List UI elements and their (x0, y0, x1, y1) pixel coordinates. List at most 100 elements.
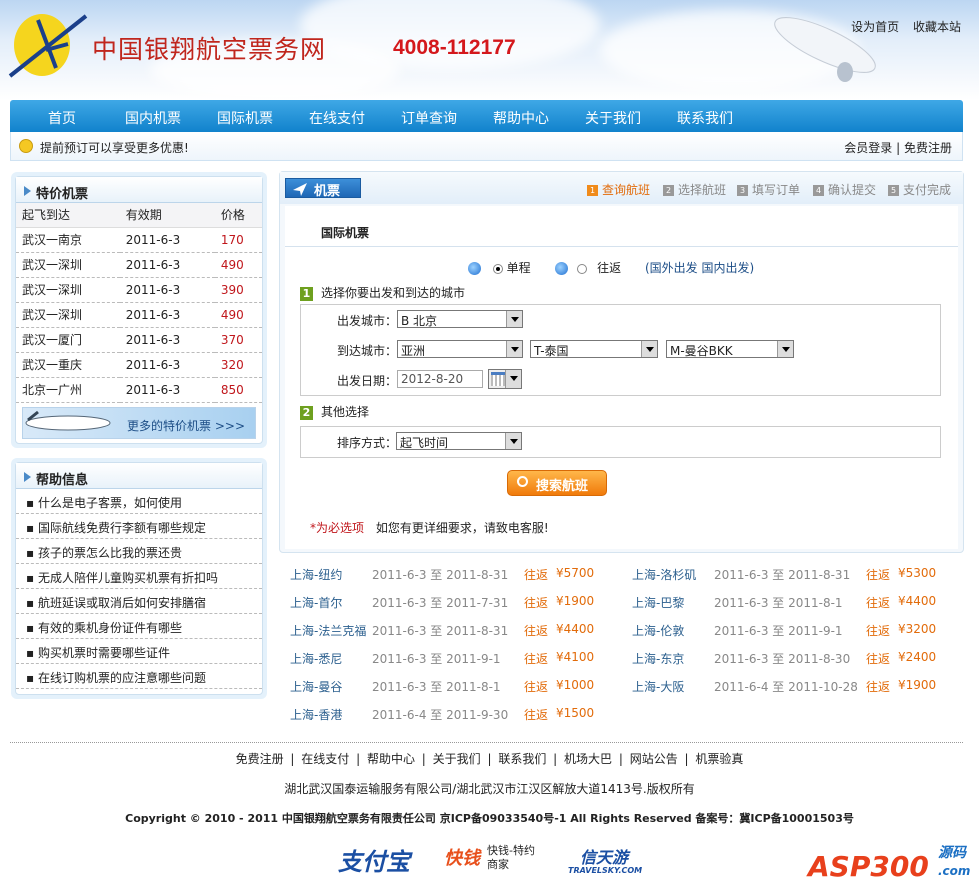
asp300-logo[interactable]: ASP300 (808, 850, 929, 883)
special-fare-row[interactable]: 上海-纽约 2011-6-3 至 2011-8-31 往返 ¥5700 (290, 566, 630, 582)
site-name[interactable]: 中国银翔航空票务网 (92, 30, 326, 66)
special-fare-row[interactable]: 上海-巴黎 2011-6-3 至 2011-8-1 往返 ¥4400 (632, 594, 972, 610)
fare-route[interactable]: 上海-伦敦 (632, 622, 684, 639)
tab-ticket[interactable]: 机票 (285, 178, 361, 199)
special-fare-row[interactable]: 上海-大阪 2011-6-4 至 2011-10-28 往返 ¥1900 (632, 678, 972, 694)
set-homepage-link[interactable]: 设为首页 (851, 20, 899, 34)
oneway-radio[interactable] (492, 263, 503, 274)
deal-price: 170 (214, 227, 262, 253)
fare-dates: 2011-6-3 至 2011-9-1 (372, 652, 501, 666)
nav-contact[interactable]: 联系我们 (677, 108, 733, 128)
deal-route[interactable]: 武汉一深圳 (16, 302, 120, 328)
deal-row[interactable]: 武汉一厦门 2011-6-3 370 (16, 327, 262, 353)
fare-route[interactable]: 上海-首尔 (290, 594, 342, 611)
help-item[interactable]: ▪ 国际航线免费行李额有哪些规定 (16, 514, 262, 539)
bookmark-link[interactable]: 收藏本站 (913, 20, 961, 34)
nav-international[interactable]: 国际机票 (217, 108, 273, 128)
deal-route[interactable]: 武汉一深圳 (16, 252, 120, 278)
footer-link[interactable]: 帮助中心 (367, 752, 415, 766)
fare-route[interactable]: 上海-曼谷 (290, 678, 342, 695)
from-abroad-link[interactable]: (国外出发 (645, 261, 698, 275)
fare-trip-type: 往返 (524, 596, 549, 610)
footer-link[interactable]: 机场大巴 (564, 752, 612, 766)
calendar-button[interactable] (488, 369, 522, 389)
tab-label: 机票 (314, 184, 341, 199)
help-item[interactable]: ▪ 购买机票时需要哪些证件 (16, 639, 262, 664)
col-valid: 有效期 (119, 203, 215, 228)
arrive-city-select[interactable]: M-曼谷BKK (666, 340, 794, 358)
nav-payment[interactable]: 在线支付 (309, 108, 365, 128)
nav-home[interactable]: 首页 (48, 108, 76, 128)
fare-route[interactable]: 上海-大阪 (632, 678, 684, 695)
special-fare-row[interactable]: 上海-东京 2011-6-3 至 2011-8-30 往返 ¥2400 (632, 650, 972, 666)
footer-link[interactable]: 联系我们 (498, 752, 546, 766)
footer-link[interactable]: 在线支付 (301, 752, 349, 766)
deal-price: 390 (214, 277, 262, 303)
more-deals-link[interactable]: 更多的特价机票 >>> (127, 417, 245, 434)
fare-route[interactable]: 上海-纽约 (290, 566, 342, 583)
nav-domestic[interactable]: 国内机票 (125, 108, 181, 128)
nav-about[interactable]: 关于我们 (585, 108, 641, 128)
depart-city-select[interactable]: B 北京 (397, 310, 523, 328)
arrive-region-select[interactable]: 亚洲 (397, 340, 523, 358)
deal-row[interactable]: 武汉一深圳 2011-6-3 390 (16, 277, 262, 303)
from-domestic-link[interactable]: 国内出发) (702, 261, 755, 275)
more-deals-banner[interactable]: 更多的特价机票 >>> (22, 406, 256, 439)
step-2: 2 选择航班 (663, 181, 726, 198)
search-flights-button[interactable]: 搜索航班 (507, 470, 607, 496)
fare-route[interactable]: 上海-巴黎 (632, 594, 684, 611)
help-item[interactable]: ▪ 什么是电子客票，如何使用 (16, 489, 262, 514)
special-fare-row[interactable]: 上海-法兰克福 2011-6-3 至 2011-8-31 往返 ¥4400 (290, 622, 630, 638)
deal-route[interactable]: 武汉一深圳 (16, 277, 120, 303)
register-link[interactable]: 免费注册 (904, 141, 952, 155)
footer-link[interactable]: 关于我们 (433, 752, 481, 766)
help-item[interactable]: ▪ 孩子的票怎么比我的票还贵 (16, 539, 262, 564)
special-fare-row[interactable]: 上海-首尔 2011-6-3 至 2011-7-31 往返 ¥1900 (290, 594, 630, 610)
sort-select[interactable]: 起飞时间 (396, 432, 522, 450)
deal-row[interactable]: 北京一广州 2011-6-3 850 (16, 377, 262, 403)
special-fare-row[interactable]: 上海-香港 2011-6-4 至 2011-9-30 往返 ¥1500 (290, 706, 630, 722)
depart-date-input[interactable]: 2012-8-20 (397, 370, 483, 388)
deal-route[interactable]: 武汉一厦门 (16, 327, 120, 353)
roundtrip-radio[interactable] (577, 263, 588, 274)
special-fare-row[interactable]: 上海-伦敦 2011-6-3 至 2011-9-1 往返 ¥3200 (632, 622, 972, 638)
help-item[interactable]: ▪ 航班延误或取消后如何安排膳宿 (16, 589, 262, 614)
nav-help[interactable]: 帮助中心 (493, 108, 549, 128)
member-login-link[interactable]: 会员登录 (844, 141, 892, 155)
arrive-country-select[interactable]: T-泰国 (530, 340, 658, 358)
fare-route[interactable]: 上海-洛杉矶 (632, 566, 696, 583)
deal-route[interactable]: 武汉一重庆 (16, 352, 120, 378)
fare-price: ¥5700 (556, 566, 595, 580)
deal-route[interactable]: 武汉一南京 (16, 227, 120, 253)
special-fare-row[interactable]: 上海-洛杉矶 2011-6-3 至 2011-8-31 往返 ¥5300 (632, 566, 972, 582)
search-icon (517, 476, 528, 487)
special-fare-row[interactable]: 上海-曼谷 2011-6-3 至 2011-8-1 往返 ¥1000 (290, 678, 630, 694)
deal-date: 2011-6-3 (119, 277, 215, 303)
fare-route[interactable]: 上海-东京 (632, 650, 684, 667)
notice-text: 提前预订可以享受更多优惠! (40, 141, 189, 155)
deal-route[interactable]: 北京一广州 (16, 377, 120, 403)
partner-logos: 支付宝 快钱 快钱-特约商家 信天游 TRAVELSKY.COM ASP300 … (0, 838, 979, 884)
section-number: 1 (300, 287, 313, 301)
footer-link[interactable]: 免费注册 (236, 752, 284, 766)
nav-order-query[interactable]: 订单查询 (401, 108, 457, 128)
fare-route[interactable]: 上海-法兰克福 (290, 622, 366, 639)
deal-row[interactable]: 武汉一南京 2011-6-3 170 (16, 227, 262, 253)
deal-row[interactable]: 武汉一重庆 2011-6-3 320 (16, 352, 262, 378)
99bill-logo[interactable]: 快钱 (444, 844, 480, 870)
travelsky-logo[interactable]: 信天游 (580, 844, 628, 868)
deal-date: 2011-6-3 (119, 377, 215, 403)
fare-route[interactable]: 上海-香港 (290, 706, 342, 723)
alipay-logo[interactable]: 支付宝 (338, 842, 410, 877)
special-fare-row[interactable]: 上海-悉尼 2011-6-3 至 2011-9-1 往返 ¥4100 (290, 650, 630, 666)
help-item[interactable]: ▪ 在线订购机票的应注意哪些问题 (16, 664, 262, 689)
fare-route[interactable]: 上海-悉尼 (290, 650, 342, 667)
help-item[interactable]: ▪ 无成人陪伴儿童购买机票有折扣吗 (16, 564, 262, 589)
deal-row[interactable]: 武汉一深圳 2011-6-3 490 (16, 252, 262, 278)
footer-link[interactable]: 网站公告 (630, 752, 678, 766)
deal-row[interactable]: 武汉一深圳 2011-6-3 490 (16, 302, 262, 328)
fare-price: ¥1900 (898, 678, 937, 692)
footer-link[interactable]: 机票验真 (695, 752, 743, 766)
help-item[interactable]: ▪ 有效的乘机身份证件有哪些 (16, 614, 262, 639)
deal-date: 2011-6-3 (119, 327, 215, 353)
